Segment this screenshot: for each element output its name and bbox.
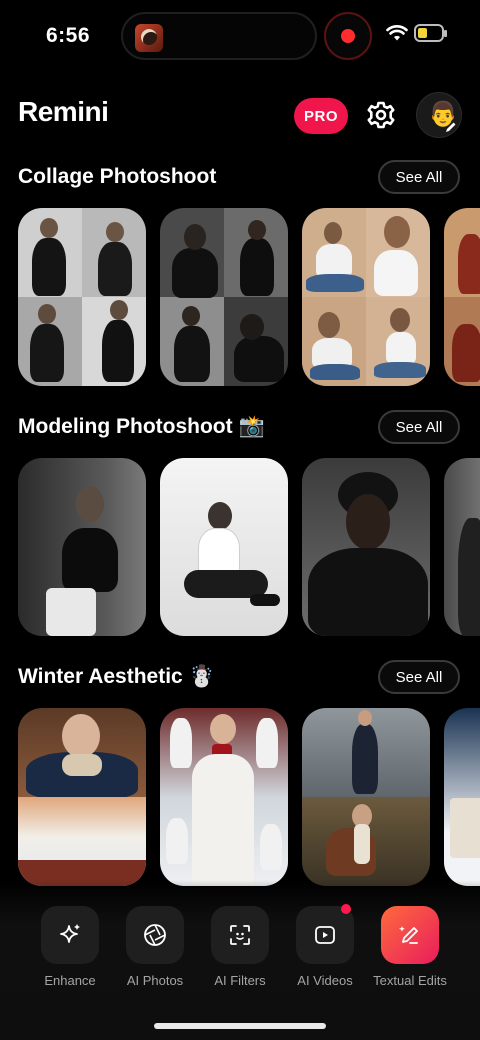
collage-card-2[interactable] bbox=[160, 208, 288, 386]
sparkle-icon bbox=[60, 924, 80, 943]
section-title-winter: Winter Aesthetic ☃️ bbox=[18, 665, 215, 689]
tab-enhance[interactable] bbox=[41, 906, 99, 964]
section-title-text: Winter Aesthetic bbox=[18, 665, 183, 688]
new-badge-dot bbox=[341, 904, 351, 914]
video-play-icon bbox=[315, 926, 335, 944]
winter-card-3[interactable] bbox=[302, 708, 430, 886]
pro-button[interactable]: PRO bbox=[294, 98, 348, 134]
tab-textual-edits-label: Textual Edits bbox=[373, 973, 447, 988]
snowman-emoji-icon: ☃️ bbox=[188, 665, 215, 688]
see-all-winter-button[interactable]: See All bbox=[378, 660, 460, 694]
tab-textual-edits[interactable] bbox=[381, 906, 439, 964]
see-all-modeling-button[interactable]: See All bbox=[378, 410, 460, 444]
camera-flash-emoji-icon: 📸 bbox=[238, 415, 265, 438]
modeling-card-3[interactable] bbox=[302, 458, 430, 636]
collage-card-3[interactable] bbox=[302, 208, 430, 386]
tab-ai-videos[interactable] bbox=[296, 906, 354, 964]
winter-card-4[interactable] bbox=[444, 708, 480, 886]
modeling-card-4[interactable] bbox=[444, 458, 480, 636]
home-indicator[interactable] bbox=[154, 1023, 326, 1029]
status-bar: 6:56 bbox=[0, 0, 480, 72]
pencil-sparkle-icon bbox=[399, 926, 418, 944]
live-activity-app-icon bbox=[135, 24, 163, 52]
app-title: Remini bbox=[18, 96, 109, 127]
profile-avatar-button[interactable]: 👨 bbox=[416, 92, 462, 138]
winter-card-2[interactable] bbox=[160, 708, 288, 886]
tab-enhance-label: Enhance bbox=[44, 973, 96, 988]
section-title-collage: Collage Photoshoot bbox=[18, 165, 216, 189]
screen-recording-icon[interactable] bbox=[324, 12, 372, 60]
dynamic-island[interactable] bbox=[121, 12, 317, 60]
section-title-text: Modeling Photoshoot bbox=[18, 415, 233, 438]
tab-ai-photos[interactable] bbox=[126, 906, 184, 964]
see-all-collage-button[interactable]: See All bbox=[378, 160, 460, 194]
face-scan-icon bbox=[230, 925, 250, 945]
battery-icon bbox=[414, 24, 447, 42]
gear-icon[interactable] bbox=[364, 98, 398, 132]
section-title-text: Collage Photoshoot bbox=[18, 165, 217, 188]
section-title-modeling: Modeling Photoshoot 📸 bbox=[18, 415, 265, 439]
modeling-card-1[interactable] bbox=[18, 458, 146, 636]
collage-card-1[interactable] bbox=[18, 208, 146, 386]
tab-ai-photos-label: AI Photos bbox=[126, 973, 184, 988]
tab-ai-videos-label: AI Videos bbox=[297, 973, 353, 988]
tab-ai-filters-label: AI Filters bbox=[214, 973, 266, 988]
collage-card-4[interactable] bbox=[444, 208, 480, 386]
edit-pencil-icon bbox=[446, 122, 456, 132]
modeling-card-2[interactable] bbox=[160, 458, 288, 636]
aperture-icon bbox=[144, 924, 166, 946]
tab-ai-filters[interactable] bbox=[211, 906, 269, 964]
status-time: 6:56 bbox=[46, 24, 91, 47]
winter-card-1[interactable] bbox=[18, 708, 146, 886]
wifi-icon bbox=[386, 25, 408, 41]
